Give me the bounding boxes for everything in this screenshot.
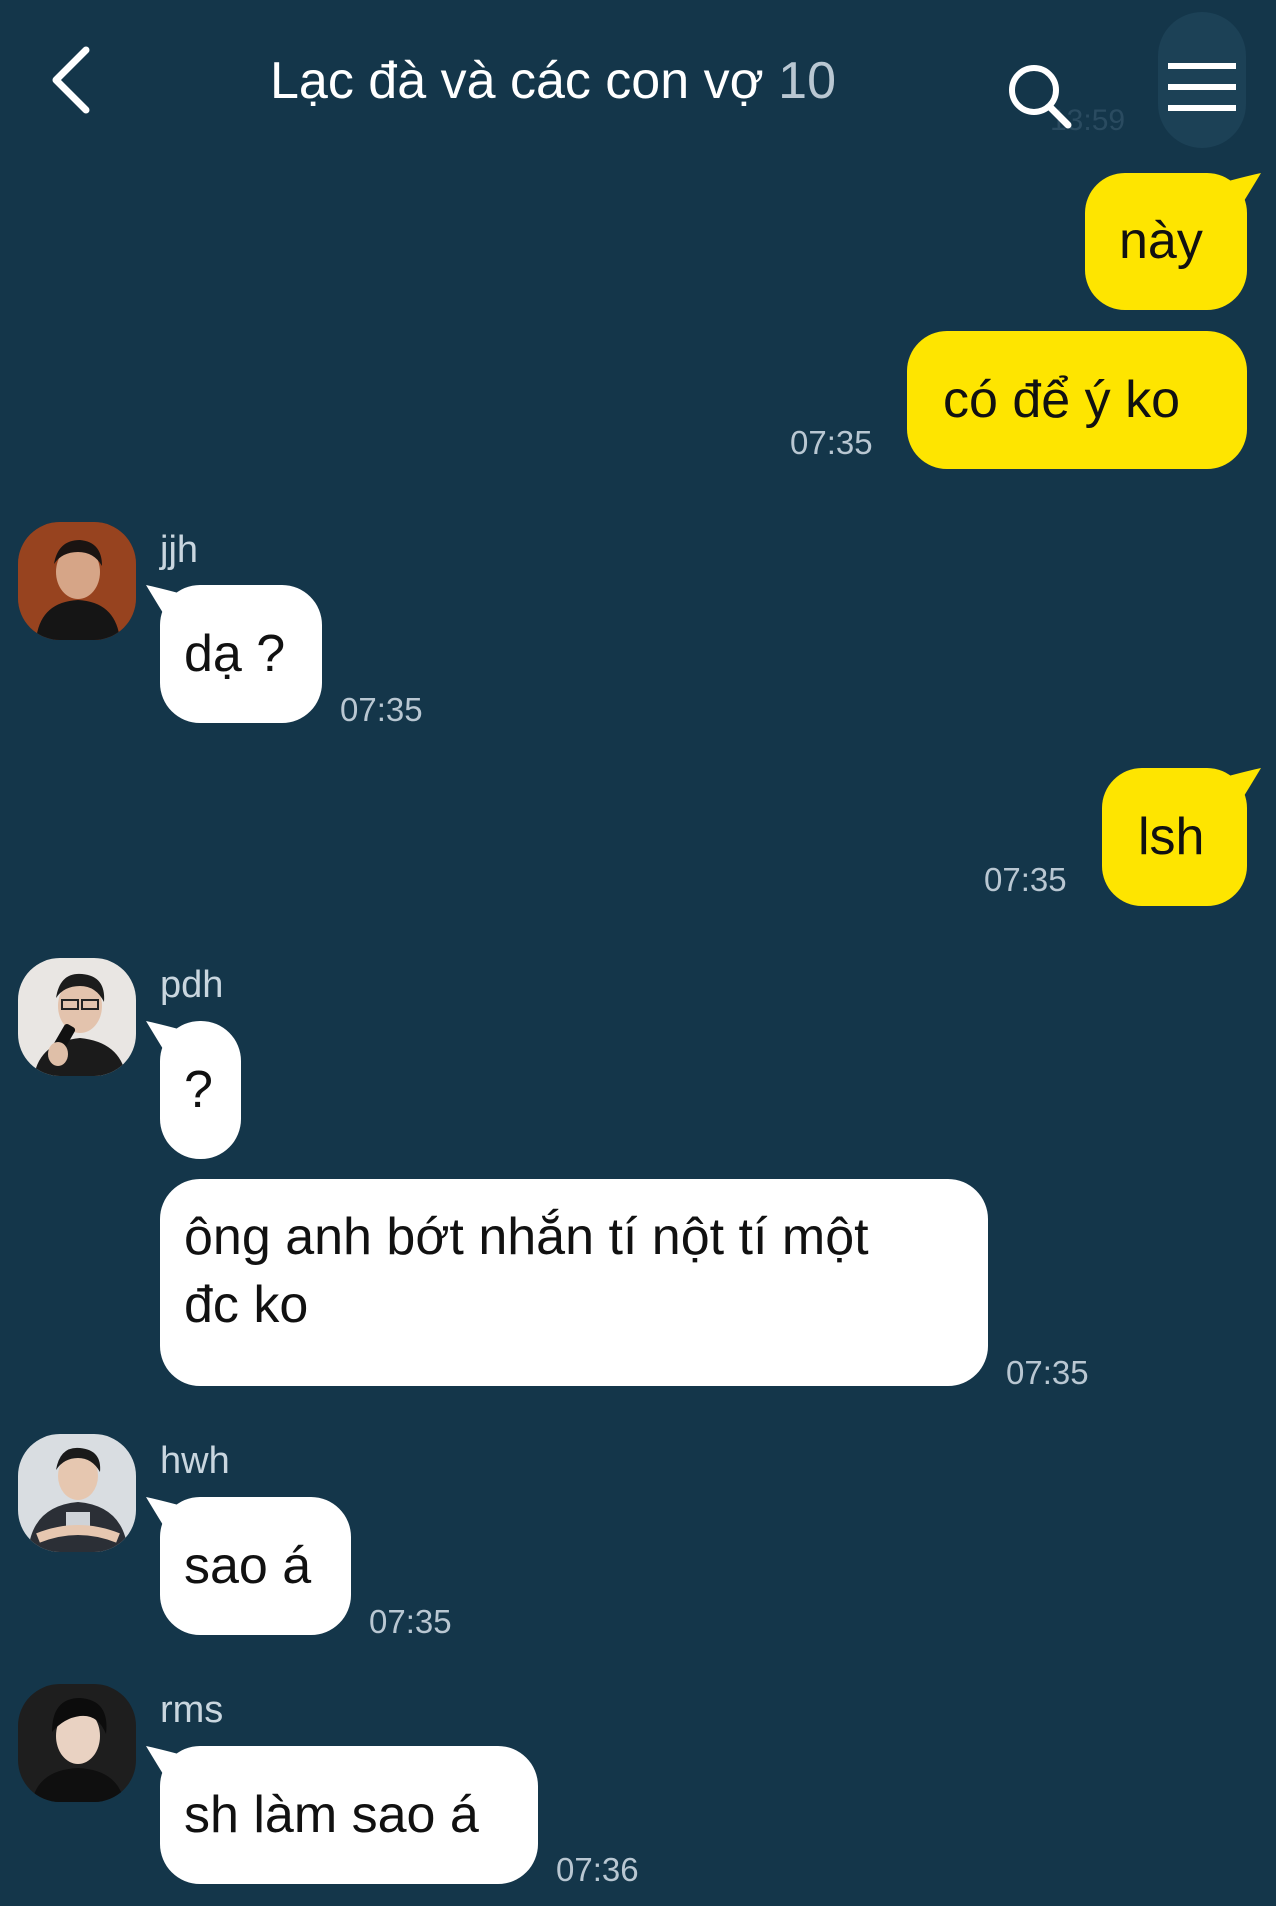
message-text: dạ ? bbox=[184, 625, 286, 683]
bubble-tail bbox=[146, 1497, 186, 1533]
chevron-left-icon bbox=[52, 46, 90, 114]
sender-name: hwh bbox=[160, 1440, 230, 1482]
their-message-bubble[interactable]: sao á bbox=[146, 1497, 351, 1635]
bubble-tail bbox=[1221, 173, 1261, 209]
menu-button[interactable] bbox=[1158, 12, 1246, 148]
sender-name: jjh bbox=[160, 529, 199, 571]
avatar-pdh[interactable] bbox=[18, 958, 136, 1076]
sender-name: pdh bbox=[160, 964, 224, 1006]
bubble-tail bbox=[146, 1746, 186, 1782]
bubble-tail bbox=[146, 1021, 186, 1057]
message-text: sh làm sao á bbox=[184, 1786, 479, 1844]
hamburger-menu-icon bbox=[1168, 63, 1236, 111]
their-message-bubble[interactable]: sh làm sao á bbox=[146, 1746, 538, 1884]
chat-title: Lạc đà và các con vợ 10 bbox=[270, 46, 950, 116]
member-count: 10 bbox=[778, 52, 836, 110]
avatar-rms[interactable] bbox=[18, 1684, 136, 1802]
avatar-image bbox=[18, 522, 136, 640]
message-time: 07:35 bbox=[369, 1603, 452, 1640]
avatar-image bbox=[18, 958, 136, 1076]
message-text: sao á bbox=[184, 1537, 312, 1595]
back-button[interactable] bbox=[40, 40, 110, 120]
message-text: này bbox=[1119, 212, 1203, 270]
their-message-bubble[interactable]: dạ ? bbox=[146, 585, 322, 723]
message-text-line-2: đc ko bbox=[184, 1276, 309, 1334]
chat-name: Lạc đà và các con vợ bbox=[270, 52, 764, 110]
their-message-bubble[interactable]: ? bbox=[146, 1021, 241, 1159]
chat-header: Lạc đà và các con vợ 10 13:59 bbox=[0, 0, 1276, 165]
avatar-image bbox=[18, 1434, 136, 1552]
sender-name: rms bbox=[160, 1689, 224, 1731]
message-time: 07:35 bbox=[340, 691, 423, 728]
my-message-bubble[interactable]: này bbox=[1085, 173, 1261, 310]
avatar-hwh[interactable] bbox=[18, 1434, 136, 1552]
message-time: 07:36 bbox=[556, 1851, 639, 1888]
avatar-image bbox=[18, 1684, 136, 1802]
my-message-bubble[interactable]: lsh bbox=[1102, 768, 1261, 906]
message-text: ? bbox=[184, 1061, 213, 1119]
message-time: 07:35 bbox=[790, 424, 873, 461]
message-text-line-1: ông anh bớt nhắn tí nột tí một bbox=[184, 1208, 869, 1266]
bubble-tail bbox=[146, 585, 186, 621]
search-icon bbox=[1009, 65, 1072, 129]
message-text: có để ý ko bbox=[943, 371, 1181, 429]
message-time: 07:35 bbox=[1006, 1354, 1089, 1391]
my-message-bubble[interactable]: có để ý ko bbox=[907, 331, 1247, 469]
avatar-jjh[interactable] bbox=[18, 522, 136, 640]
bubble-tail bbox=[1221, 768, 1261, 804]
message-time: 07:35 bbox=[984, 861, 1067, 898]
message-text: lsh bbox=[1138, 808, 1205, 866]
search-button[interactable] bbox=[1000, 58, 1080, 130]
their-message-bubble[interactable]: ông anh bớt nhắn tí nột tí một đc ko bbox=[160, 1179, 988, 1386]
